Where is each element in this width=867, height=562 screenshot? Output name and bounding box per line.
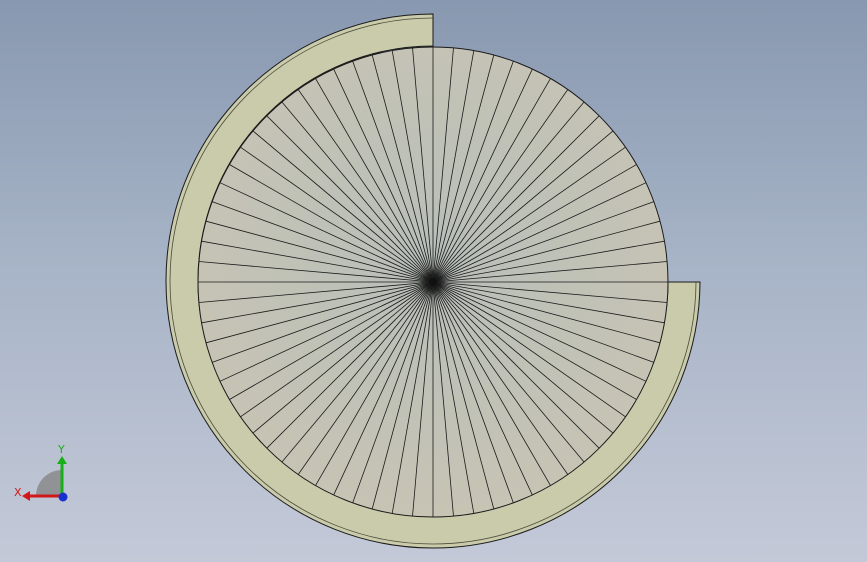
y-axis-arrow (57, 456, 67, 464)
cad-model-view[interactable] (0, 0, 867, 562)
graphics-viewport[interactable]: Y X (0, 0, 867, 562)
z-axis-dot (58, 492, 68, 502)
x-axis-arrow (22, 491, 30, 501)
orientation-triad: Y X (14, 443, 68, 502)
y-axis-label: Y (57, 443, 65, 456)
triad-plane-shade (36, 470, 62, 496)
center-hub (429, 278, 437, 286)
x-axis-label: X (14, 486, 22, 499)
